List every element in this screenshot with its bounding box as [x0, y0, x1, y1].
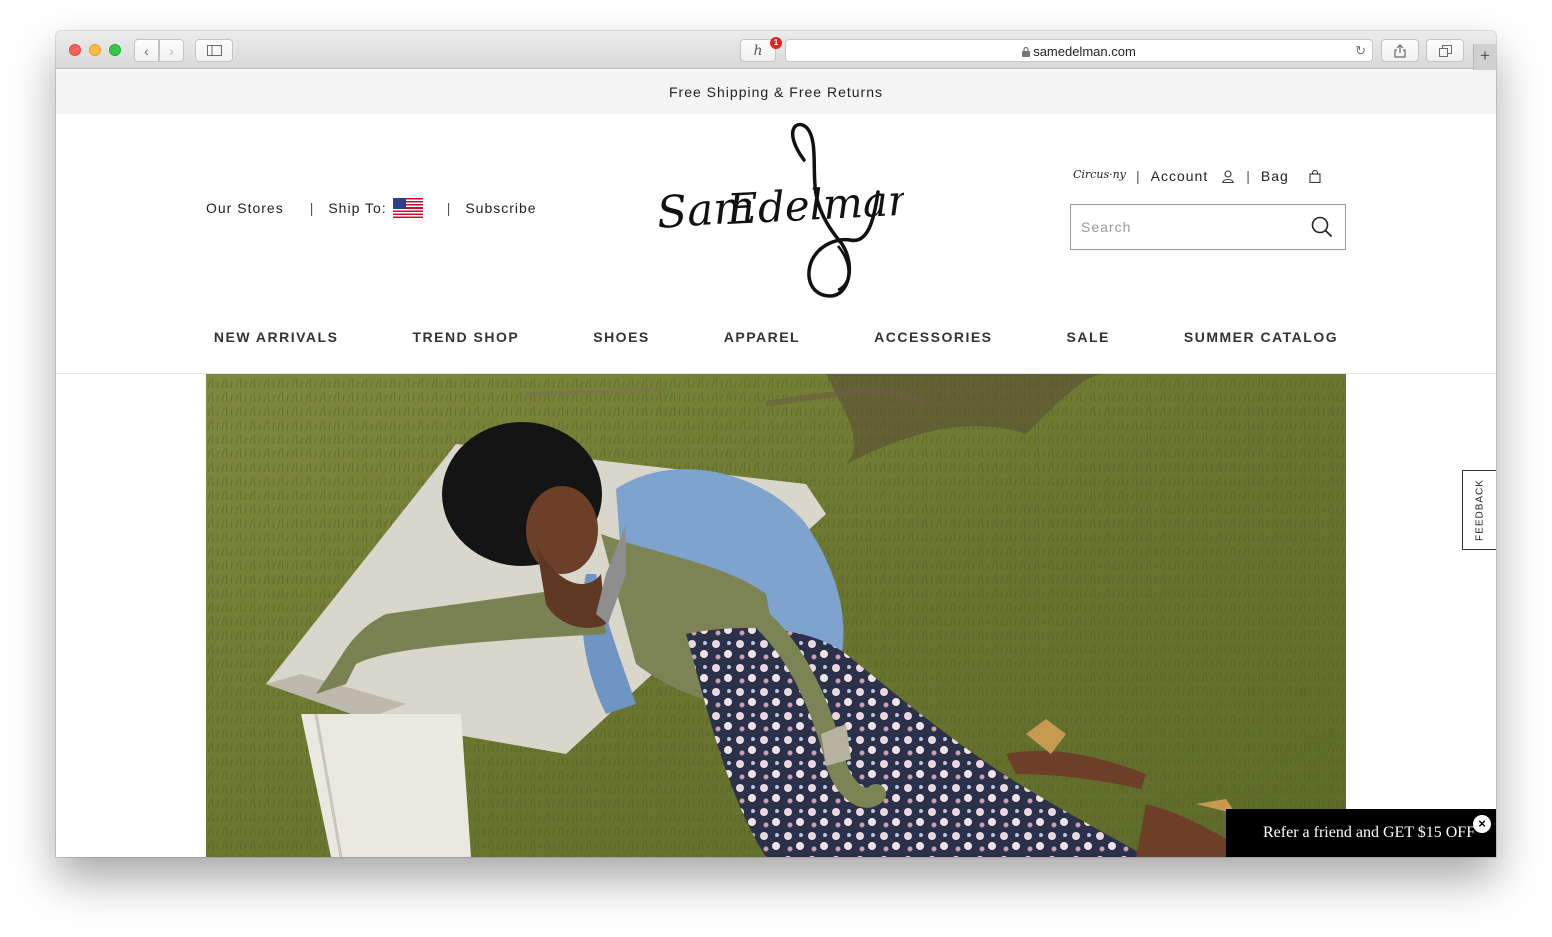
plus-icon: + [1480, 46, 1490, 65]
site-header: Our Stores | Ship To: | Subscribe Sam Ed… [56, 114, 1496, 404]
utility-links-left: Our Stores | Ship To: | Subscribe [206, 198, 537, 218]
promo-text: Free Shipping & Free Returns [669, 84, 883, 100]
search-input[interactable] [1081, 215, 1301, 239]
zoom-window-button[interactable] [109, 44, 121, 56]
minimize-window-button[interactable] [89, 44, 101, 56]
our-stores-link[interactable]: Our Stores [206, 200, 284, 216]
nav-new-arrivals[interactable]: NEW ARRIVALS [214, 329, 339, 345]
divider: | [446, 200, 452, 216]
circus-ny-logo[interactable]: Circus·ny [1073, 168, 1126, 181]
address-bar[interactable]: samedelman.com ↻ [785, 39, 1373, 62]
show-tabs-button[interactable] [1426, 39, 1464, 62]
close-window-button[interactable] [69, 44, 81, 56]
url-display: samedelman.com [786, 44, 1372, 59]
browser-toolbar: ‹ › h 1 samedelman.com ↻ + [56, 31, 1496, 70]
utility-links-right: | Account | Bag [1136, 168, 1333, 184]
nav-summer-catalog[interactable]: SUMMER CATALOG [1184, 329, 1338, 345]
back-button[interactable]: ‹ [134, 39, 159, 62]
sidebar-button[interactable] [195, 39, 233, 62]
main-nav: NEW ARRIVALS TREND SHOP SHOES APPAREL AC… [56, 329, 1496, 345]
subscribe-link[interactable]: Subscribe [465, 200, 536, 216]
ship-to-label: Ship To: [328, 200, 387, 216]
hero-image[interactable] [206, 374, 1346, 857]
browser-window: ‹ › h 1 samedelman.com ↻ + Free Shipping… [56, 31, 1496, 857]
chevron-right-icon: › [169, 42, 174, 59]
bag-icon[interactable] [1309, 169, 1321, 183]
nav-trend-shop[interactable]: TREND SHOP [412, 329, 519, 345]
tabs-icon [1438, 44, 1452, 57]
account-link[interactable]: Account [1151, 168, 1209, 184]
new-tab-button[interactable]: + [1473, 44, 1496, 70]
chevron-left-icon: ‹ [144, 42, 149, 59]
close-icon[interactable]: × [1473, 815, 1491, 833]
search-box [1070, 204, 1346, 250]
feedback-label: FEEDBACK [1474, 479, 1485, 541]
promo-banner: Free Shipping & Free Returns [56, 70, 1496, 114]
reload-icon[interactable]: ↻ [1355, 43, 1366, 59]
forward-button[interactable]: › [159, 39, 184, 62]
sam-edelman-logo[interactable]: Sam Edelman [654, 120, 904, 300]
refer-text: Refer a friend and GET $15 OFF [1263, 824, 1476, 841]
sidebar-icon [206, 45, 222, 56]
nav-shoes[interactable]: SHOES [593, 329, 650, 345]
svg-text:Edelman: Edelman [725, 175, 904, 234]
honey-extension-icon: h [753, 42, 763, 59]
nav-apparel[interactable]: APPAREL [724, 329, 800, 345]
search-icon[interactable] [1311, 216, 1333, 238]
share-icon [1394, 43, 1406, 58]
feedback-tab[interactable]: FEEDBACK [1462, 470, 1496, 550]
bag-link[interactable]: Bag [1261, 168, 1289, 184]
nav-accessories[interactable]: ACCESSORIES [874, 329, 992, 345]
ship-to-link[interactable]: Ship To: [328, 198, 423, 218]
lock-icon [1022, 46, 1031, 57]
refer-friend-banner[interactable]: Refer a friend and GET $15 OFF × [1226, 809, 1496, 857]
divider: | [309, 200, 315, 216]
url-text: samedelman.com [1033, 44, 1136, 59]
nav-sale[interactable]: SALE [1067, 329, 1110, 345]
extension-badge: 1 [770, 37, 782, 49]
account-icon[interactable] [1222, 169, 1235, 183]
us-flag-icon [392, 198, 423, 218]
divider: | [1246, 168, 1251, 184]
divider: | [1136, 168, 1141, 184]
share-button[interactable] [1381, 39, 1419, 62]
